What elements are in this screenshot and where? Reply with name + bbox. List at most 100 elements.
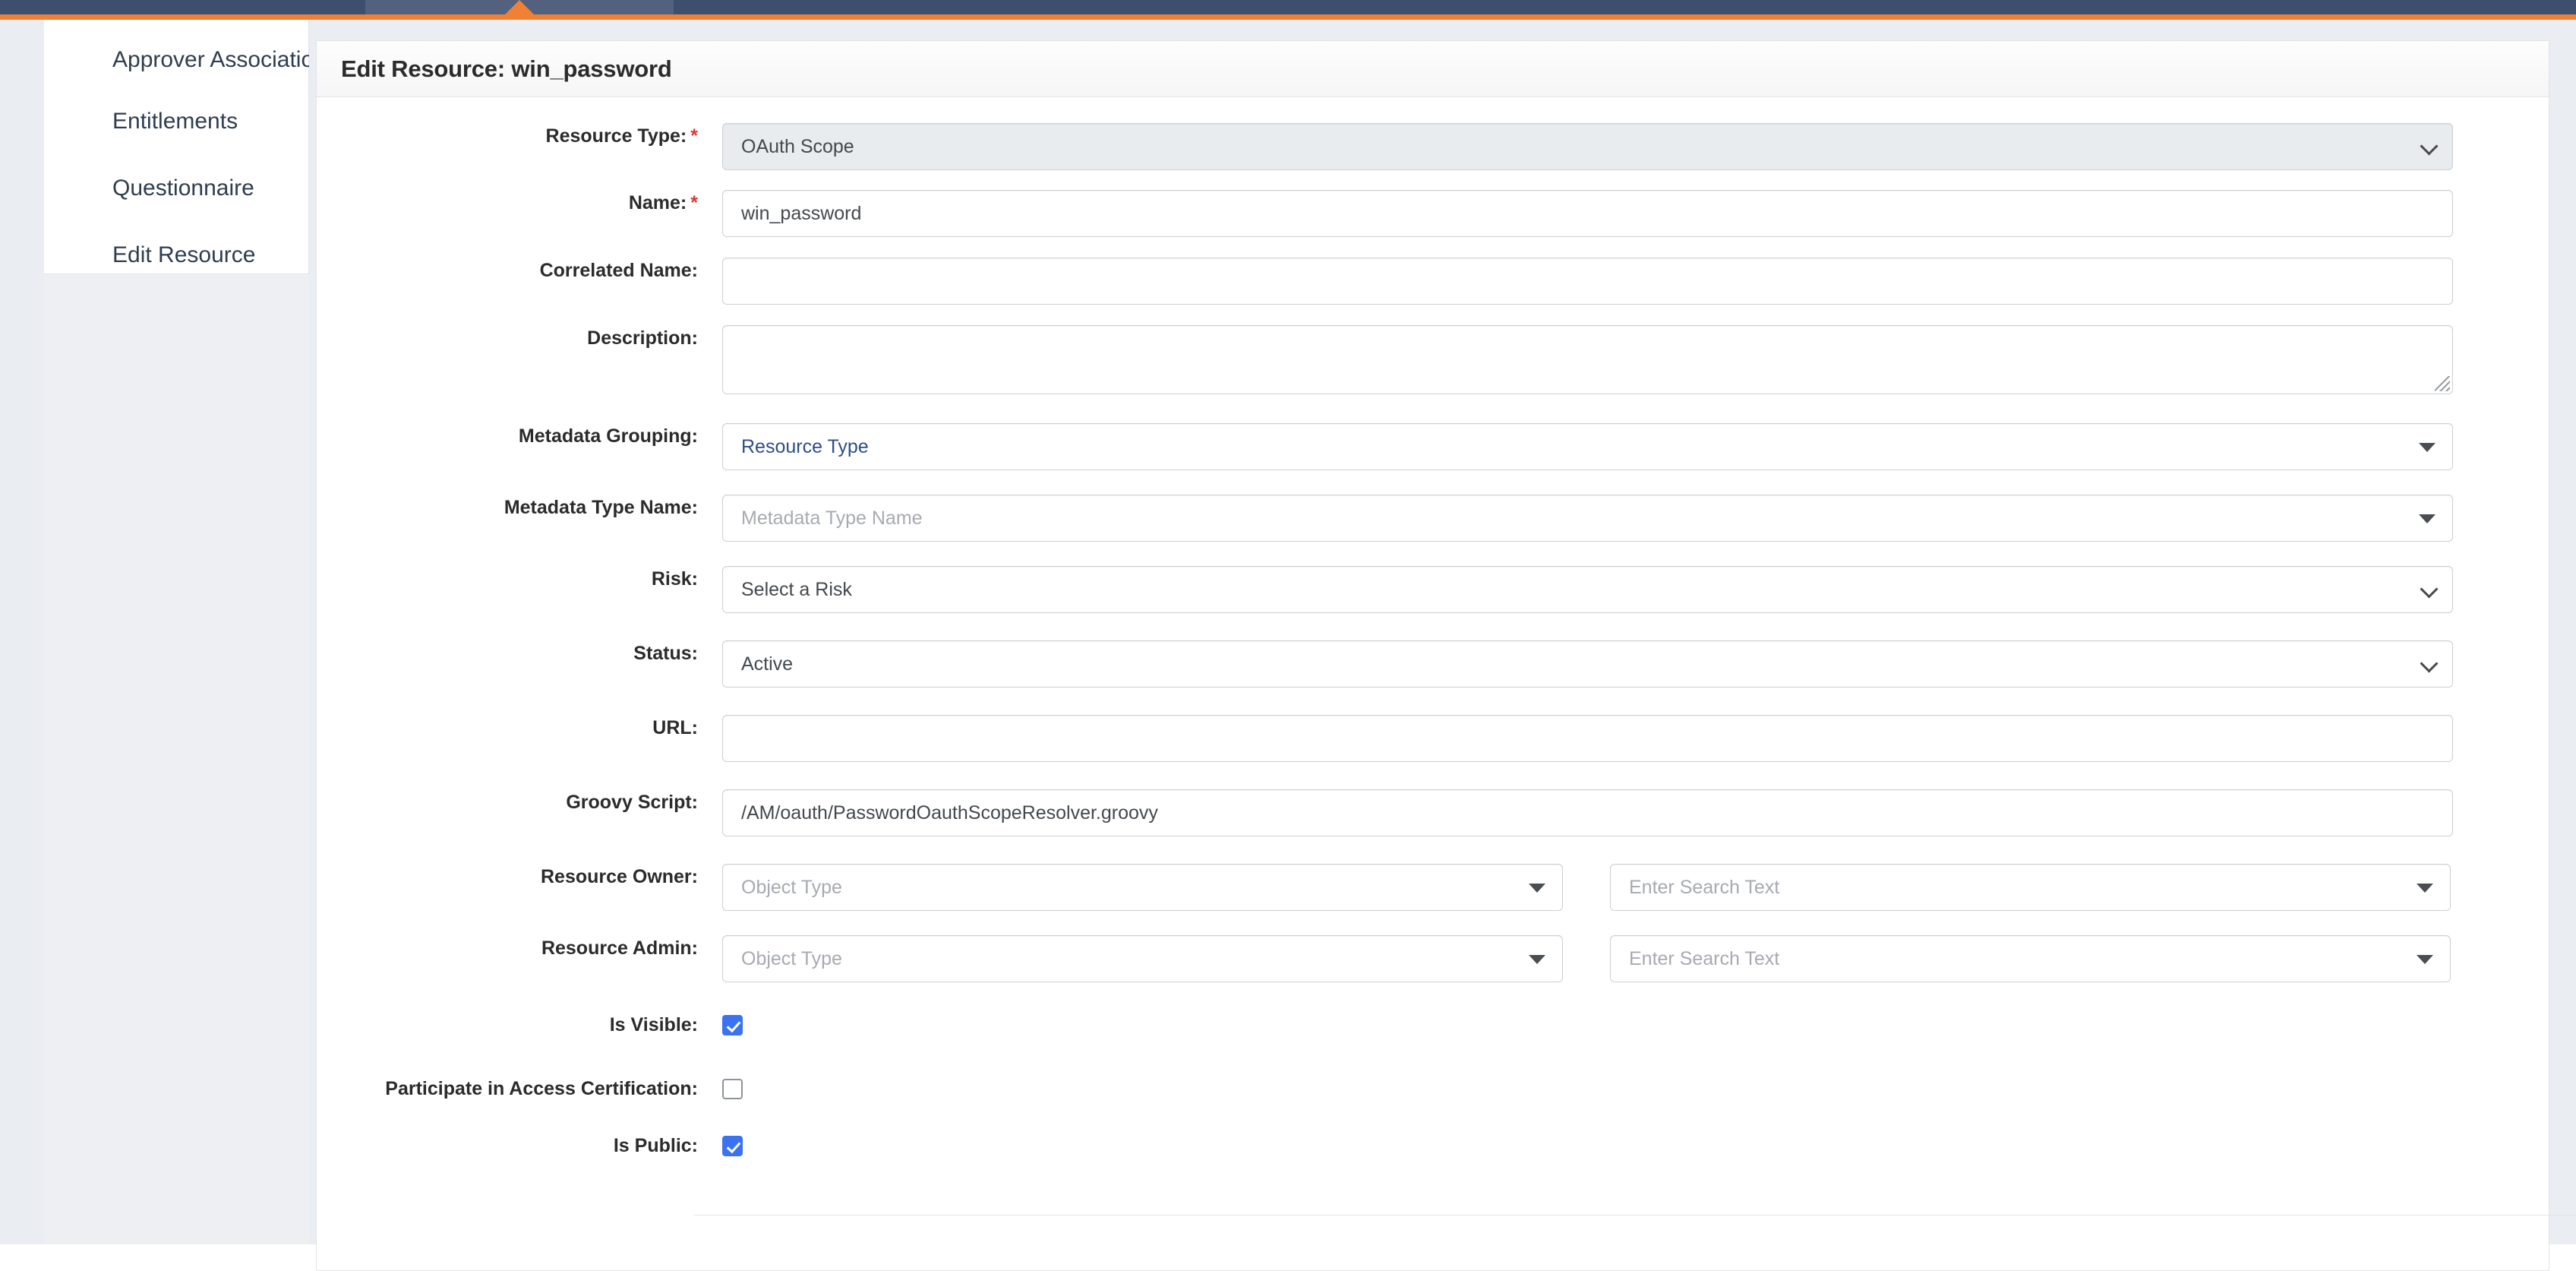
url-input[interactable] xyxy=(722,715,2453,762)
is-visible-control-wrap xyxy=(722,1012,743,1035)
form-row-is-visible: Is Visible: xyxy=(317,1012,2549,1039)
is-public-label: Is Public: xyxy=(317,1133,722,1160)
app-chrome xyxy=(0,0,2576,20)
form-row-url: URL: xyxy=(317,715,2549,762)
form-row-metadata-type-name: Metadata Type Name: Metadata Type Name xyxy=(317,495,2549,542)
form-row-metadata-grouping: Metadata Grouping: Resource Type xyxy=(317,423,2549,470)
status-value: Active xyxy=(741,653,793,675)
caret-down-icon xyxy=(2417,884,2433,893)
sidebar-item-label: Approver Associations xyxy=(112,47,338,72)
description-label: Description: xyxy=(317,325,722,353)
sidebar-background-strip xyxy=(44,274,309,1244)
resource-owner-object-type-placeholder: Object Type xyxy=(741,877,842,899)
metadata-grouping-control-wrap: Resource Type xyxy=(722,423,2453,470)
resource-type-label: Resource Type:* xyxy=(317,123,722,150)
caret-down-icon xyxy=(1529,955,1545,964)
form-row-resource-owner: Resource Owner: Object Type Enter Search… xyxy=(317,864,2549,911)
resource-admin-object-type-placeholder: Object Type xyxy=(741,948,842,970)
groovy-script-control-wrap: /AM/oauth/PasswordOauthScopeResolver.gro… xyxy=(722,789,2453,836)
edit-resource-form: Resource Type:* OAuth Scope Name:* xyxy=(317,97,2549,1216)
groovy-script-label: Groovy Script: xyxy=(317,789,722,817)
is-visible-checkbox[interactable] xyxy=(722,1015,743,1035)
navbar-accent-bar xyxy=(0,14,2576,20)
caret-down-icon xyxy=(1529,884,1545,893)
url-control-wrap xyxy=(722,715,2453,762)
is-visible-label: Is Visible: xyxy=(317,1012,722,1039)
risk-control-wrap: Select a Risk xyxy=(722,566,2453,613)
resource-type-select[interactable]: OAuth Scope xyxy=(722,123,2453,170)
sidebar-item-label: Edit Resource xyxy=(112,242,255,267)
chevron-down-icon xyxy=(2420,654,2438,672)
name-control-wrap: win_password xyxy=(722,190,2453,237)
resource-admin-controls: Object Type Enter Search Text xyxy=(722,935,2451,982)
sidebar-item-entitlements[interactable]: Entitlements xyxy=(44,88,308,155)
correlated-name-label: Correlated Name: xyxy=(317,258,722,285)
resource-owner-object-type-select[interactable]: Object Type xyxy=(722,864,1563,911)
form-row-correlated-name: Correlated Name: xyxy=(317,258,2549,305)
form-row-description: Description: xyxy=(317,325,2549,394)
correlated-name-input[interactable] xyxy=(722,258,2453,305)
form-row-is-public: Is Public: xyxy=(317,1133,2549,1160)
form-row-resource-admin: Resource Admin: Object Type Enter Search… xyxy=(317,935,2549,982)
form-row-resource-type: Resource Type:* OAuth Scope xyxy=(317,123,2549,170)
sidebar-item-label: Entitlements xyxy=(112,109,238,134)
status-label: Status: xyxy=(317,640,722,668)
resource-type-control-wrap: OAuth Scope xyxy=(722,123,2453,170)
name-label-text: Name: xyxy=(629,192,687,213)
page-body: Approver Associations Entitlements Quest… xyxy=(0,20,2576,1244)
form-section-divider xyxy=(694,1215,2576,1216)
panel-heading: Edit Resource: win_password xyxy=(317,41,2549,97)
sidebar-item-questionnaire[interactable]: Questionnaire xyxy=(44,155,308,222)
sidebar-background-filler xyxy=(0,274,309,1244)
form-row-status: Status: Active xyxy=(317,640,2549,688)
sidebar-item-approver-associations[interactable]: Approver Associations xyxy=(44,20,308,88)
caret-down-icon xyxy=(2419,443,2436,452)
sidebar-menu: Approver Associations Entitlements Quest… xyxy=(44,20,309,274)
caret-down-icon xyxy=(2417,955,2433,964)
chevron-down-icon xyxy=(2420,137,2438,155)
form-row-risk: Risk: Select a Risk xyxy=(317,566,2549,613)
participate-access-certification-label: Participate in Access Certification: xyxy=(317,1076,722,1103)
chevron-down-icon xyxy=(2420,580,2438,598)
resource-admin-label: Resource Admin: xyxy=(317,935,722,963)
url-label: URL: xyxy=(317,715,722,742)
form-row-participate-access-certification: Participate in Access Certification: xyxy=(317,1076,2549,1103)
content-area: Edit Resource: win_password Resource Typ… xyxy=(309,20,2576,1244)
is-public-checkbox[interactable] xyxy=(722,1136,743,1156)
sidebar-item-label: Questionnaire xyxy=(112,175,254,201)
metadata-grouping-value: Resource Type xyxy=(741,436,869,458)
resource-type-label-text: Resource Type: xyxy=(546,125,687,147)
groovy-script-input[interactable]: /AM/oauth/PasswordOauthScopeResolver.gro… xyxy=(722,789,2453,836)
risk-value: Select a Risk xyxy=(741,579,852,601)
resource-admin-search-select[interactable]: Enter Search Text xyxy=(1610,935,2451,982)
is-public-control-wrap xyxy=(722,1133,743,1156)
form-row-name: Name:* win_password xyxy=(317,190,2549,237)
description-textarea[interactable] xyxy=(722,325,2453,394)
navbar-active-tab-caret-icon xyxy=(505,0,534,14)
metadata-grouping-select[interactable]: Resource Type xyxy=(722,423,2453,470)
metadata-type-name-label: Metadata Type Name: xyxy=(317,495,722,522)
correlated-name-control-wrap xyxy=(722,258,2453,305)
risk-select[interactable]: Select a Risk xyxy=(722,566,2453,613)
description-control-wrap xyxy=(722,325,2453,394)
name-value: win_password xyxy=(741,203,861,225)
metadata-grouping-label: Metadata Grouping: xyxy=(317,423,722,451)
metadata-type-name-control-wrap: Metadata Type Name xyxy=(722,495,2453,542)
resource-admin-search-placeholder: Enter Search Text xyxy=(1629,948,1779,970)
page-title: Edit Resource: win_password xyxy=(341,55,672,83)
resource-owner-controls: Object Type Enter Search Text xyxy=(722,864,2451,911)
resource-type-value: OAuth Scope xyxy=(741,136,854,158)
participate-access-certification-checkbox[interactable] xyxy=(722,1079,743,1099)
resource-owner-label: Resource Owner: xyxy=(317,864,722,891)
name-label: Name:* xyxy=(317,190,722,217)
participate-access-certification-control-wrap xyxy=(722,1076,743,1099)
required-marker: * xyxy=(687,125,698,147)
resize-handle-icon[interactable] xyxy=(2435,376,2450,391)
metadata-type-name-select[interactable]: Metadata Type Name xyxy=(722,495,2453,542)
resource-owner-search-select[interactable]: Enter Search Text xyxy=(1610,864,2451,911)
status-select[interactable]: Active xyxy=(722,640,2453,688)
resource-owner-search-placeholder: Enter Search Text xyxy=(1629,877,1779,899)
resource-admin-object-type-select[interactable]: Object Type xyxy=(722,935,1563,982)
form-row-groovy-script: Groovy Script: /AM/oauth/PasswordOauthSc… xyxy=(317,789,2549,836)
name-input[interactable]: win_password xyxy=(722,190,2453,237)
